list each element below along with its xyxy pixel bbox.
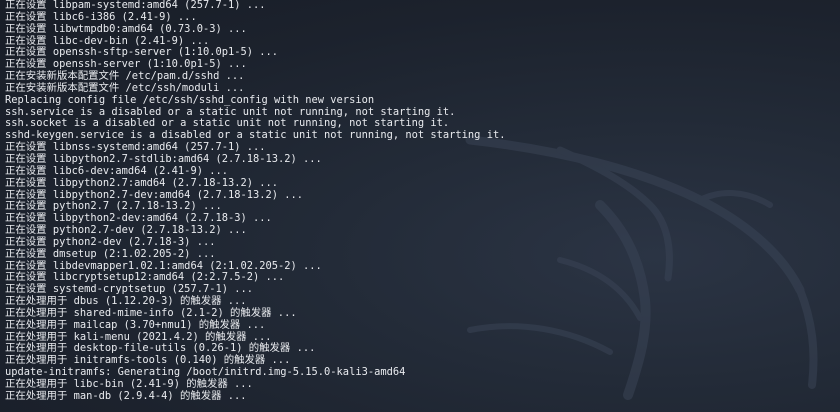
terminal-line: 正在处理用于 mailcap (3.70+nmu1) 的触发器 ... bbox=[5, 318, 266, 331]
terminal-line: 正在设置 libc6-i386 (2.41-9) ... bbox=[5, 10, 197, 23]
terminal-output: 正在设置 libpam-systemd:amd64 (257.7-1) ... 正… bbox=[5, 0, 835, 403]
terminal-window[interactable]: 正在设置 libpam-systemd:amd64 (257.7-1) ... 正… bbox=[0, 0, 840, 412]
terminal-line: 正在处理用于 shared-mime-info (2.1-2) 的触发器 ... bbox=[5, 306, 297, 319]
terminal-line: 正在安装新版本配置文件 /etc/ssh/moduli ... bbox=[5, 81, 245, 94]
terminal-line: 正在设置 dmsetup (2:1.02.205-2) ... bbox=[5, 247, 216, 260]
terminal-line: Replacing config file /etc/ssh/sshd_conf… bbox=[5, 93, 375, 106]
terminal-line: 正在设置 libwtmpdb0:amd64 (0.73.0-3) ... bbox=[5, 22, 247, 35]
terminal-line: 正在设置 libc6-dev:amd64 (2.41-9) ... bbox=[5, 164, 228, 177]
terminal-line: 正在处理用于 man-db (2.9.4-4) 的触发器 ... bbox=[5, 389, 247, 402]
terminal-line: 正在设置 libpython2.7:amd64 (2.7.18-13.2) ..… bbox=[5, 176, 279, 189]
terminal-line: 正在设置 python2-dev (2.7.18-3) ... bbox=[5, 235, 216, 248]
